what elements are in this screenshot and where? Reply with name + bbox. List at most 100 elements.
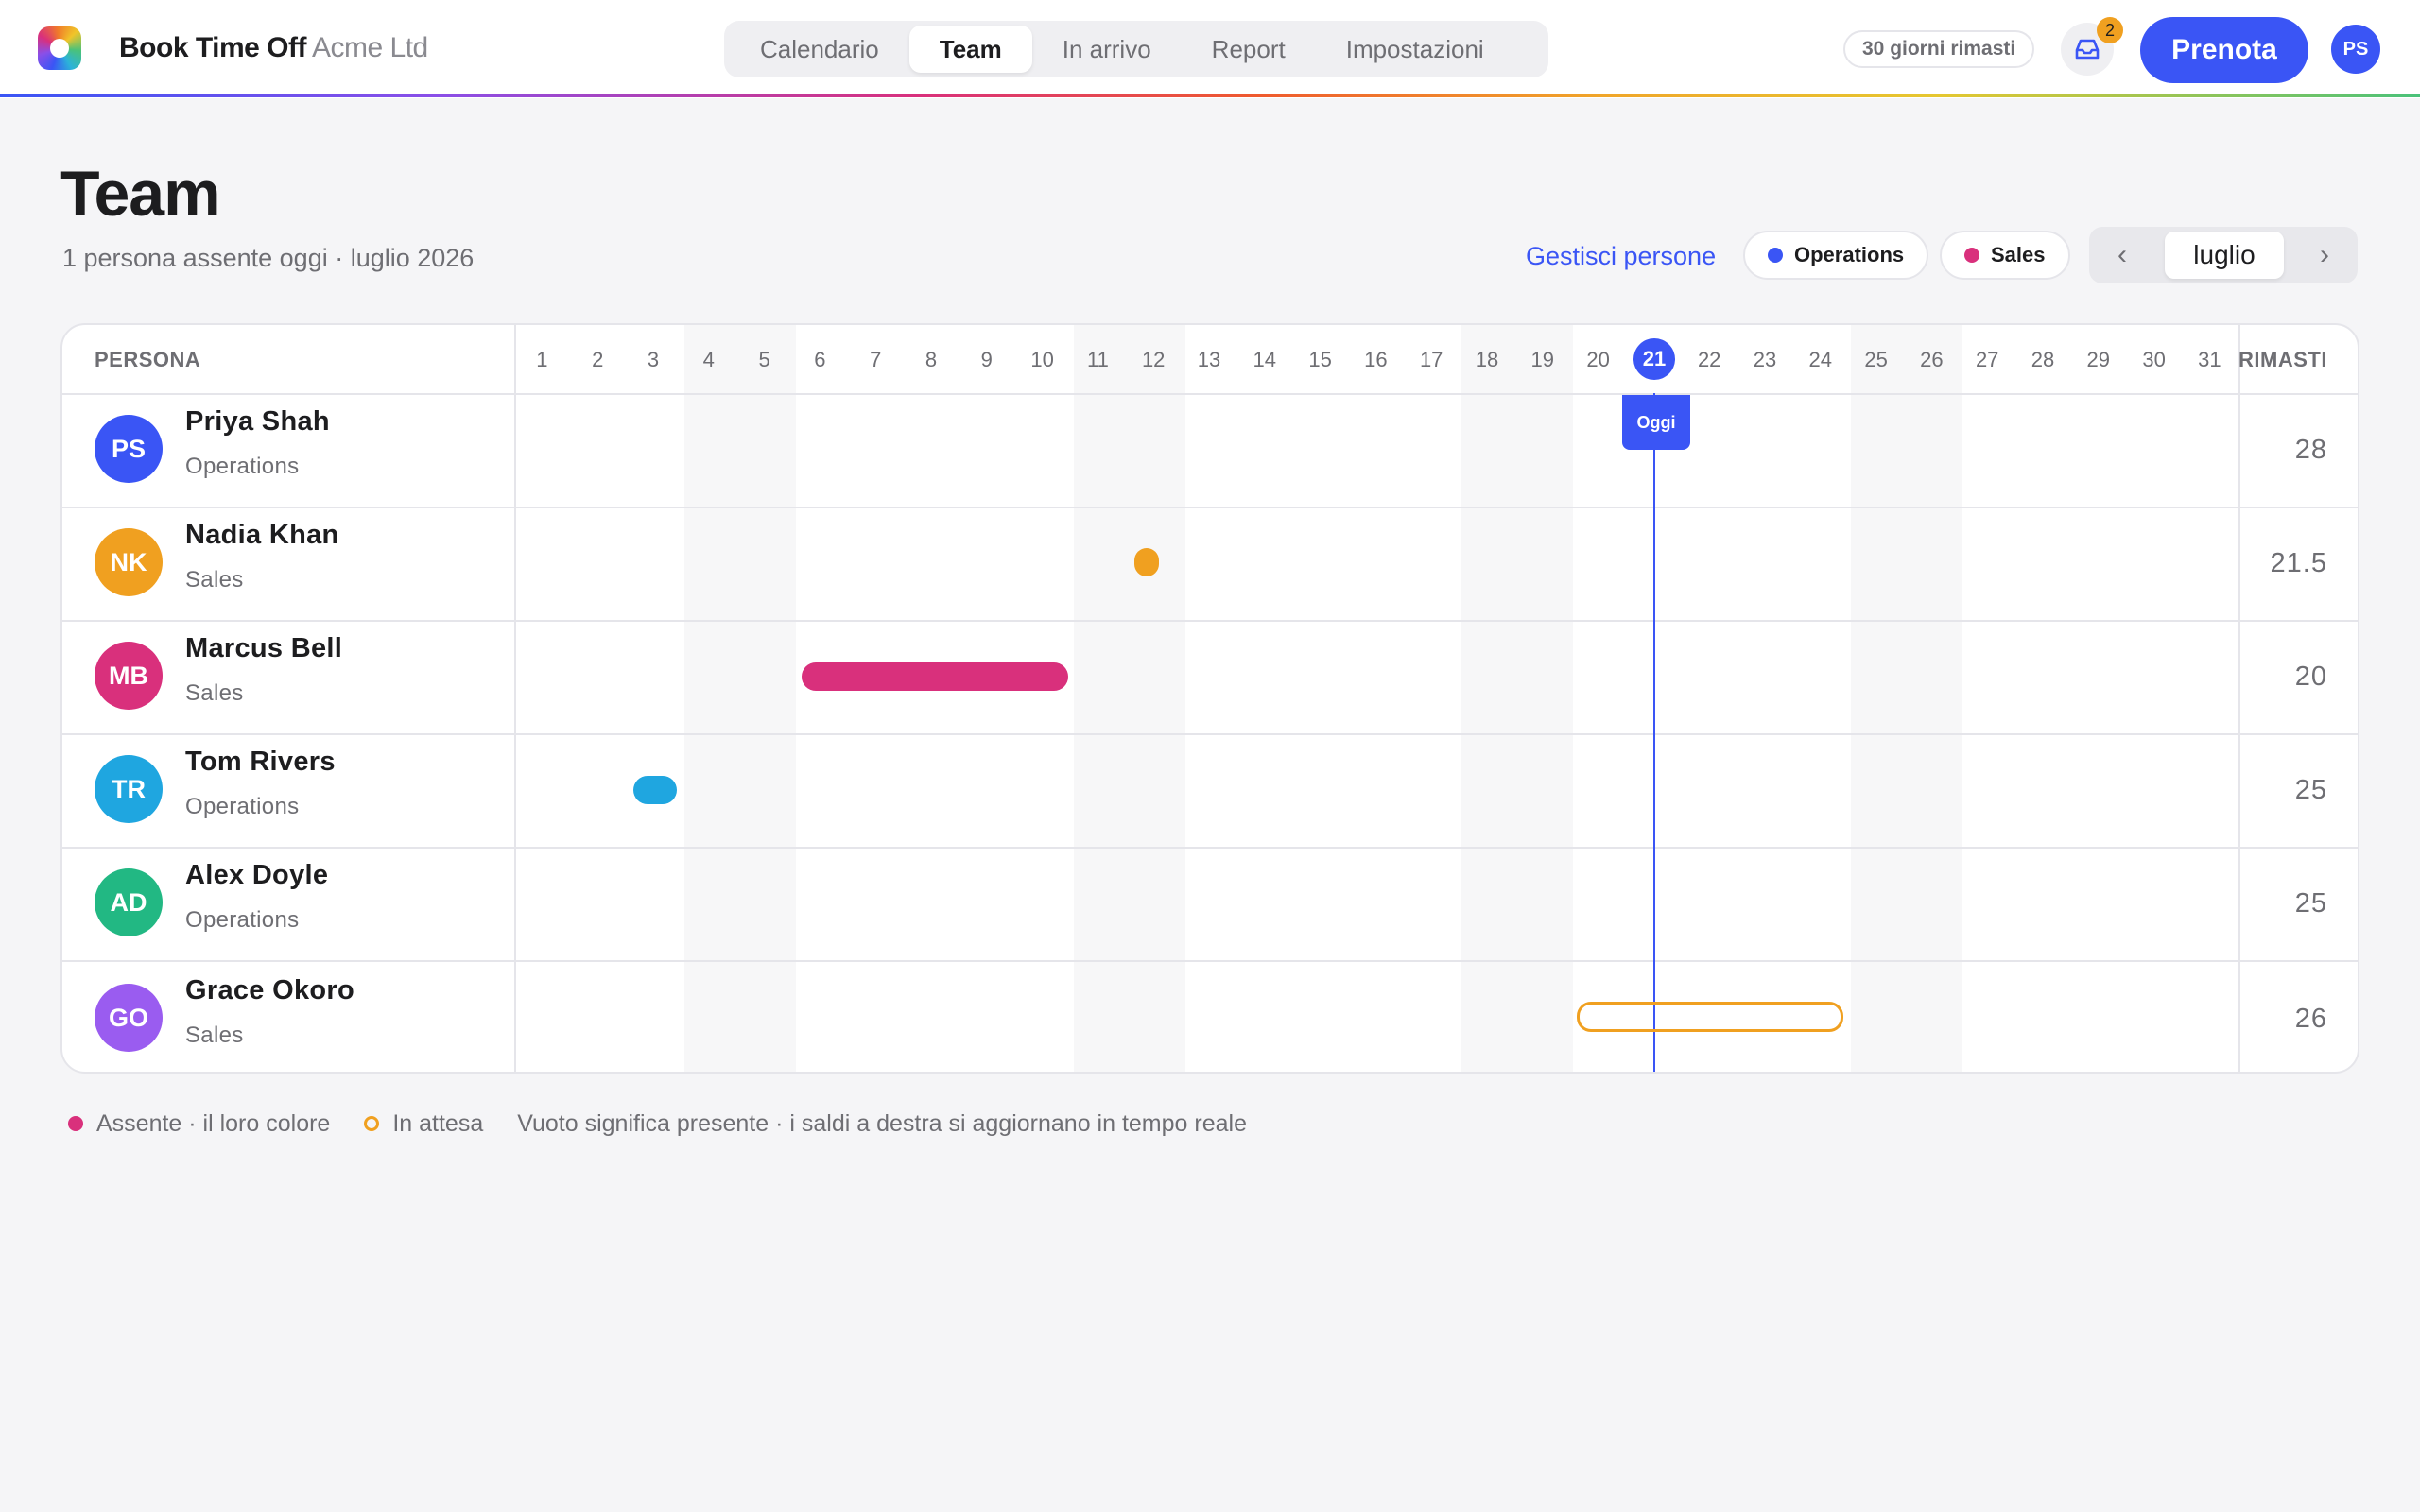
day-header: 12 bbox=[1141, 348, 1166, 371]
page-subtitle: 1 persona assente oggi · luglio 2026 bbox=[62, 244, 475, 272]
person-name[interactable]: Marcus Bell bbox=[185, 633, 342, 664]
inbox-icon bbox=[2075, 39, 2100, 60]
day-header: 6 bbox=[814, 348, 826, 371]
pending-ring-icon bbox=[364, 1116, 380, 1131]
manage-people-link[interactable]: Gestisci persone bbox=[1526, 242, 1716, 271]
tab-in-arrivo[interactable]: In arrivo bbox=[1032, 26, 1182, 73]
legend-absent: Assente · il loro colore bbox=[68, 1110, 330, 1138]
row-divider bbox=[62, 620, 2358, 622]
person-team: Sales bbox=[185, 567, 244, 593]
current-month: luglio bbox=[2165, 232, 2284, 279]
day-header: 10 bbox=[1030, 348, 1054, 371]
day-header: 24 bbox=[1808, 348, 1833, 371]
header-accent-divider bbox=[0, 94, 2420, 97]
avatar: TR bbox=[95, 755, 163, 823]
absence-bar[interactable] bbox=[633, 776, 677, 804]
column-divider bbox=[514, 325, 516, 1072]
row-divider bbox=[62, 733, 2358, 735]
day-header: 11 bbox=[1086, 348, 1109, 371]
legend-note-text: Vuoto significa presente · i saldi a des… bbox=[517, 1109, 1247, 1137]
person-name[interactable]: Alex Doyle bbox=[185, 860, 328, 891]
row-divider bbox=[62, 960, 2358, 962]
balance-value: 28 bbox=[2294, 435, 2327, 465]
person-team: Operations bbox=[185, 454, 300, 479]
balance-value: 21.5 bbox=[2270, 548, 2327, 578]
person-team: Operations bbox=[185, 907, 300, 933]
day-header: 5 bbox=[758, 348, 770, 371]
person-team: Sales bbox=[185, 680, 244, 706]
chevron-left-icon[interactable]: ‹ bbox=[2089, 227, 2155, 284]
page-title: Team bbox=[60, 158, 221, 230]
day-header: 27 bbox=[1975, 348, 1999, 371]
team-calendar-grid: PERSONA RIMASTI 1 2 3 4 5 6 7 8 9 10 11 12 13 14 15 16 1… bbox=[60, 323, 2360, 1074]
today-day-marker: 21 bbox=[1634, 338, 1675, 380]
absent-dot-icon bbox=[68, 1116, 83, 1131]
day-header: 28 bbox=[2031, 348, 2055, 371]
main-nav: Calendario Team In arrivo Report Imposta… bbox=[724, 21, 1548, 77]
book-button[interactable]: Prenota bbox=[2140, 17, 2308, 83]
day-header: 31 bbox=[2198, 348, 2221, 371]
day-header: 7 bbox=[870, 348, 882, 371]
person-name[interactable]: Priya Shah bbox=[185, 406, 330, 438]
day-header: 29 bbox=[2086, 348, 2111, 371]
day-header: 1 bbox=[536, 348, 548, 371]
pending-request-bar[interactable] bbox=[1577, 1002, 1843, 1032]
filter-chip-label: Sales bbox=[1991, 243, 2046, 266]
tab-calendario[interactable]: Calendario bbox=[730, 26, 909, 73]
user-avatar[interactable]: PS bbox=[2331, 25, 2380, 74]
day-header: 26 bbox=[1920, 348, 1944, 371]
day-header: 23 bbox=[1753, 348, 1777, 371]
day-header: 9 bbox=[980, 348, 993, 371]
day-header: 14 bbox=[1253, 348, 1277, 371]
tab-impostazioni[interactable]: Impostazioni bbox=[1316, 26, 1514, 73]
avatar: NK bbox=[95, 528, 163, 596]
person-team: Operations bbox=[185, 794, 300, 819]
day-header: 16 bbox=[1364, 348, 1388, 371]
balance-value: 20 bbox=[2294, 662, 2327, 692]
day-header: 17 bbox=[1419, 348, 1443, 371]
day-header: 25 bbox=[1864, 348, 1888, 371]
day-header: 22 bbox=[1697, 348, 1721, 371]
tab-team[interactable]: Team bbox=[908, 26, 1032, 73]
legend-pending-label: In attesa bbox=[392, 1109, 484, 1137]
day-header: 15 bbox=[1308, 348, 1332, 371]
avatar: PS bbox=[95, 415, 163, 483]
person-name[interactable]: Grace Okoro bbox=[185, 975, 354, 1006]
balance-column-header: RIMASTI bbox=[2238, 348, 2327, 371]
tab-report[interactable]: Report bbox=[1182, 26, 1316, 73]
legend-note: Vuoto significa presente · i saldi a des… bbox=[517, 1110, 1247, 1138]
day-header: 18 bbox=[1475, 348, 1499, 371]
day-header: 30 bbox=[2142, 348, 2166, 371]
person-name[interactable]: Nadia Khan bbox=[185, 520, 339, 551]
day-header: 20 bbox=[1586, 348, 1610, 371]
legend-absent-label: Assente · il loro colore bbox=[96, 1109, 331, 1137]
operations-dot-icon bbox=[1768, 248, 1783, 263]
avatar: GO bbox=[95, 984, 163, 1052]
chevron-right-icon[interactable]: › bbox=[2291, 227, 2358, 284]
absence-bar[interactable] bbox=[802, 662, 1068, 691]
day-header: 2 bbox=[592, 348, 604, 371]
legend: Assente · il loro colore In attesa Vuoto… bbox=[68, 1109, 1281, 1138]
sales-dot-icon bbox=[1964, 248, 1979, 263]
balance-value: 26 bbox=[2294, 1004, 2327, 1034]
row-divider bbox=[62, 507, 2358, 508]
filter-chip-label: Operations bbox=[1794, 243, 1905, 266]
row-divider bbox=[62, 847, 2358, 849]
balance-value: 25 bbox=[2294, 775, 2327, 805]
day-header: 3 bbox=[647, 348, 660, 371]
app-logo-icon[interactable] bbox=[38, 26, 81, 70]
absence-bar[interactable] bbox=[1134, 548, 1159, 576]
filter-chip-operations[interactable]: Operations bbox=[1743, 231, 1929, 280]
avatar: AD bbox=[95, 868, 163, 936]
legend-pending: In attesa bbox=[364, 1110, 483, 1138]
top-bar: Book Time Off Acme Ltd Calendario Team I… bbox=[0, 0, 2420, 98]
filter-chip-sales[interactable]: Sales bbox=[1940, 231, 2070, 280]
person-team: Sales bbox=[185, 1022, 244, 1048]
month-switcher: ‹ luglio › bbox=[2089, 227, 2358, 284]
inbox-count-badge: 2 bbox=[2097, 17, 2123, 43]
today-tag: Oggi bbox=[1622, 395, 1690, 450]
header-divider bbox=[62, 393, 2358, 395]
person-name[interactable]: Tom Rivers bbox=[185, 747, 336, 778]
day-header: 8 bbox=[925, 348, 938, 371]
organization-name: Acme Ltd bbox=[312, 32, 428, 63]
